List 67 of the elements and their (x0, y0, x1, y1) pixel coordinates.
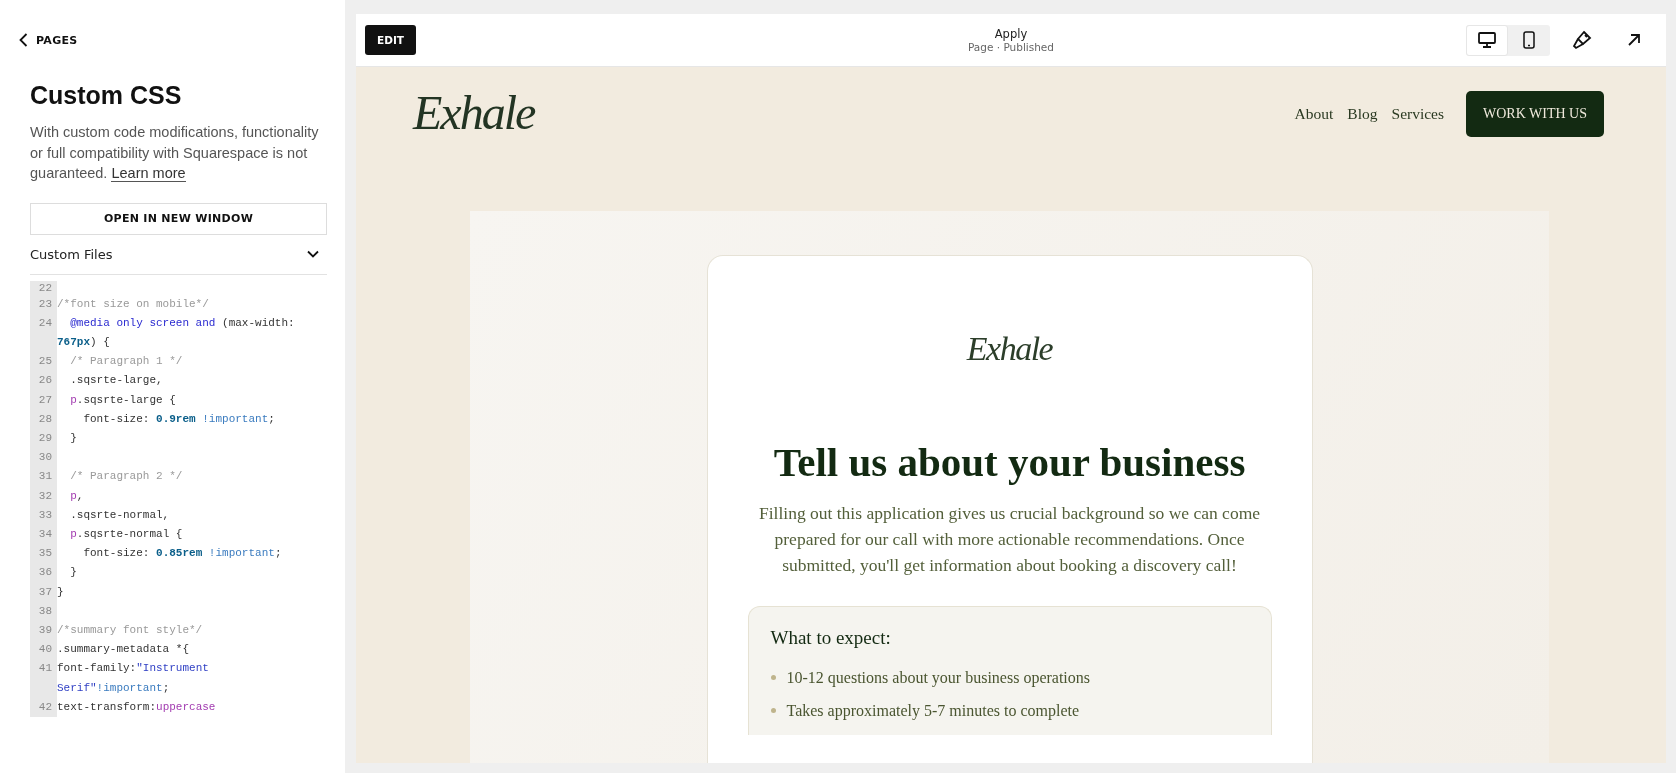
line-number: 33 (37, 507, 53, 523)
arrow-up-right-icon (1627, 33, 1641, 47)
code-line: /*summary font style*/ (57, 622, 204, 638)
line-number: 41 (37, 661, 53, 677)
line-number: 24 (37, 315, 53, 331)
line-number: 31 (37, 469, 53, 485)
line-number: 26 (37, 373, 53, 389)
back-link[interactable]: PAGES (19, 33, 78, 47)
code-line: font-size: 0.9rem !important; (82, 411, 276, 427)
line-number: 35 (37, 546, 53, 562)
line-number: 37 (37, 584, 53, 600)
line-number: 39 (37, 622, 53, 638)
nav-link[interactable]: Services (1391, 105, 1445, 123)
line-number: 28 (37, 411, 53, 427)
bullet-icon (770, 708, 776, 713)
open-in-new-window-button[interactable]: OPEN IN NEW WINDOW (30, 202, 327, 235)
line-number: 32 (37, 488, 53, 504)
line-number: 36 (37, 565, 53, 581)
code-line: p, (69, 488, 85, 504)
code-line: } (69, 565, 78, 581)
work-with-us-button[interactable]: WORK WITH US (1466, 91, 1604, 137)
line-number: 34 (37, 526, 53, 542)
desktop-view-button[interactable] (1466, 24, 1508, 56)
site-logo[interactable]: Exhale (413, 89, 535, 137)
code-line: /* Paragraph 1 */ (69, 354, 184, 370)
code-line: font-size: 0.85rem !important; (82, 546, 283, 562)
code-line: @media only screen and (max-width: 767px) { (57, 315, 296, 350)
custom-files-dropdown[interactable]: Custom Files (30, 234, 327, 275)
page-title: Apply (994, 27, 1028, 41)
panel-title: Custom CSS (30, 81, 183, 110)
expect-item: Takes approximately 5-7 minutes to complete (786, 701, 1080, 720)
line-number: 27 (37, 392, 53, 408)
line-number: 23 (37, 296, 53, 312)
code-line: .sqsrte-normal, (69, 507, 171, 523)
phone-icon (1523, 31, 1535, 49)
monitor-icon (1478, 32, 1496, 48)
line-number: 22 (37, 280, 53, 295)
code-line: p.sqsrte-normal { (69, 526, 184, 542)
code-line: } (69, 430, 78, 446)
expect-title: What to expect: (770, 627, 892, 649)
code-line: /* Paragraph 2 */ (69, 469, 184, 485)
card-logo: Exhale (966, 330, 1053, 368)
code-line: font-family:"Instrument Serif"!important; (57, 661, 210, 696)
code-line: p.sqsrte-large { (69, 392, 177, 408)
code-line: .sqsrte-large, (69, 373, 164, 389)
line-number: 25 (37, 354, 53, 370)
nav-link[interactable]: About (1294, 105, 1334, 123)
code-line: /*font size on mobile*/ (57, 296, 210, 312)
code-line: } (57, 584, 65, 600)
expect-item: 10-12 questions about your business operations (786, 668, 1091, 687)
form-intro: Filling out this application gives us crucial background so we can come prepared for our call with more actionable recommendations. Once submitted, you'll get information about booking a discovery call! (757, 502, 1262, 577)
form-heading: Tell us about your business (773, 438, 1246, 486)
bullet-icon (770, 675, 776, 680)
line-number: 40 (37, 642, 53, 658)
code-line: .summary-metadata *{ (57, 642, 191, 658)
page-status: Page · Published (968, 41, 1054, 53)
line-number: 42 (37, 699, 53, 715)
learn-more-link[interactable]: Learn more (111, 165, 186, 182)
code-line: text-transform:uppercase (57, 699, 217, 715)
nav-link[interactable]: Blog (1347, 105, 1378, 123)
line-number: 30 (37, 450, 53, 466)
line-number: 38 (37, 603, 53, 619)
paintbrush-icon (1572, 30, 1592, 50)
edit-button[interactable]: EDIT (365, 25, 416, 55)
line-number: 29 (37, 430, 53, 446)
back-chevron-icon (19, 33, 28, 47)
panel-description: With custom code modifications, functionality or full compatibility with Squarespace is not guaranteed. Learn more (30, 123, 320, 184)
